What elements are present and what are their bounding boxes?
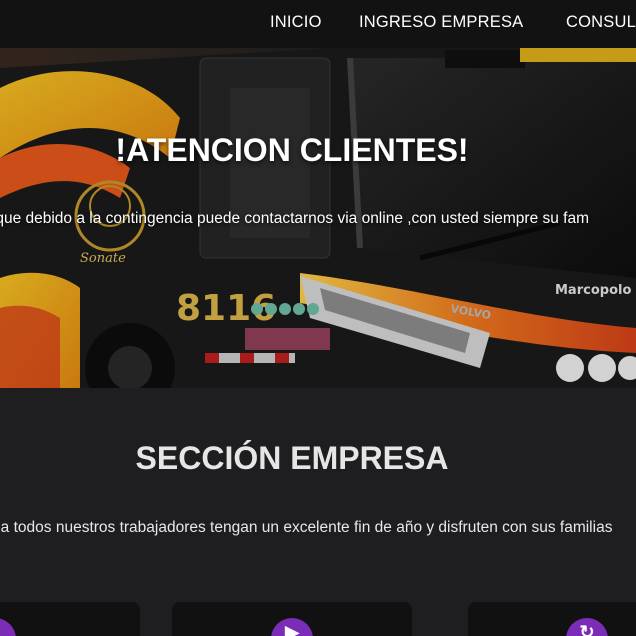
feature-card-1[interactable] bbox=[0, 602, 140, 636]
nav-link-ingreso-empresa[interactable]: INGRESO EMPRESA bbox=[359, 13, 523, 32]
hero-title: !ATENCION CLIENTES! bbox=[115, 132, 469, 168]
hero-banner: 8116 Marcopolo VOLVO Sonate !ATENCION CL… bbox=[0, 48, 636, 388]
page: INICIO INGRESO EMPRESA CONSUL 8116 Marco… bbox=[0, 0, 636, 636]
feature-card-3[interactable] bbox=[468, 602, 636, 636]
hero-message: erde que debido a la contingencia puede … bbox=[0, 210, 590, 227]
section-title: SECCIÓN EMPRESA bbox=[135, 440, 449, 476]
nav-link-inicio[interactable]: INICIO bbox=[270, 13, 322, 32]
section-message: os a todos nuestros trabajadores tengan … bbox=[0, 519, 613, 536]
company-section: SECCIÓN EMPRESA os a todos nuestros trab… bbox=[0, 388, 636, 636]
nav-link-consultas[interactable]: CONSUL bbox=[566, 13, 636, 32]
top-nav: INICIO INGRESO EMPRESA CONSUL bbox=[0, 0, 636, 48]
